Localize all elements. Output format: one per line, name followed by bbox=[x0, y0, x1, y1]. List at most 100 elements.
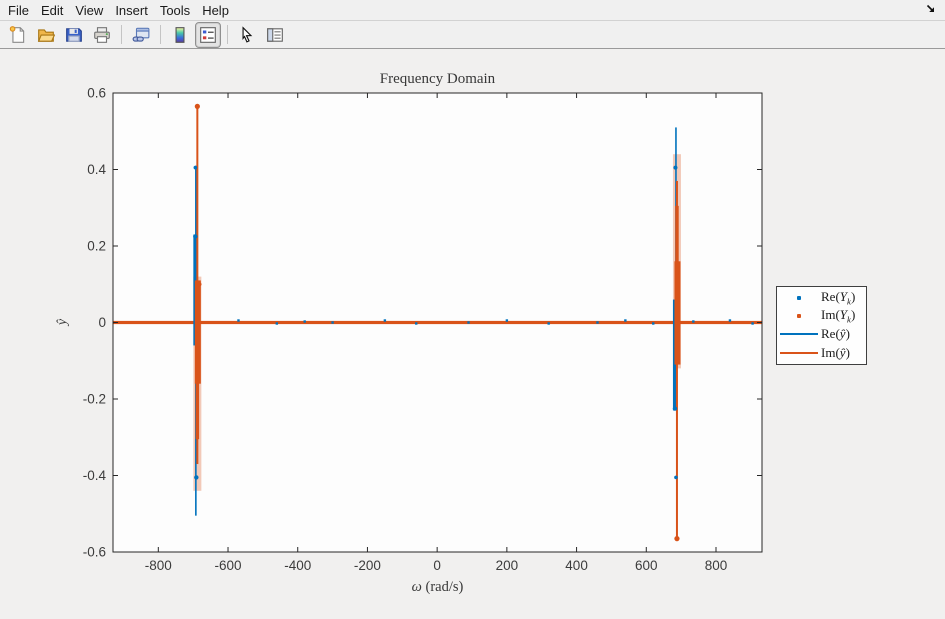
legend-entry: Im(ŷ) bbox=[777, 344, 866, 362]
legend-entry: Im(Yk) bbox=[777, 307, 866, 325]
x-tick-label: 800 bbox=[705, 558, 728, 573]
legend-line-key bbox=[777, 352, 821, 354]
data-marker bbox=[197, 282, 201, 286]
new-document-icon bbox=[9, 26, 27, 44]
legend-key-swatch bbox=[797, 296, 801, 300]
x-tick-label: 0 bbox=[433, 558, 441, 573]
data-marker bbox=[674, 476, 678, 480]
zero-marker bbox=[467, 321, 469, 323]
x-tick-label: -600 bbox=[215, 558, 242, 573]
y-tick-label: -0.4 bbox=[83, 468, 107, 483]
print-button[interactable] bbox=[89, 22, 115, 48]
legend-label-part: Y bbox=[840, 307, 847, 322]
x-tick-label: -200 bbox=[354, 558, 381, 573]
link-icon bbox=[132, 26, 150, 44]
toolbar-separator bbox=[160, 25, 161, 44]
legend-label-part: Y bbox=[840, 289, 847, 304]
zero-marker bbox=[331, 321, 333, 323]
spike-line bbox=[674, 261, 680, 364]
x-tick-label: 200 bbox=[496, 558, 519, 573]
menu-item-edit[interactable]: Edit bbox=[35, 1, 69, 20]
data-marker bbox=[194, 166, 198, 170]
panel-icon bbox=[266, 26, 284, 44]
menubar: FileEditViewInsertToolsHelp bbox=[0, 0, 945, 21]
new-figure-button[interactable] bbox=[5, 22, 31, 48]
x-tick-label: 600 bbox=[635, 558, 658, 573]
chart-title: Frequency Domain bbox=[113, 71, 762, 88]
menu-item-insert[interactable]: Insert bbox=[109, 1, 154, 20]
save-button[interactable] bbox=[61, 22, 87, 48]
zero-marker bbox=[729, 319, 731, 321]
link-button[interactable] bbox=[128, 22, 154, 48]
open-folder-icon bbox=[37, 26, 55, 44]
y-tick-label: 0.6 bbox=[87, 86, 106, 101]
insert-colorbar-button[interactable] bbox=[167, 22, 193, 48]
colorbar-icon bbox=[171, 26, 189, 44]
x-axis-label: ω (rad/s) bbox=[113, 579, 762, 596]
menu-item-file[interactable]: File bbox=[2, 1, 35, 20]
menu-item-tools[interactable]: Tools bbox=[154, 1, 196, 20]
data-marker bbox=[674, 536, 679, 541]
toolbar-separator bbox=[121, 25, 122, 44]
legend-marker-key bbox=[777, 296, 821, 300]
legend-label-part: ) bbox=[846, 345, 850, 360]
open-button[interactable] bbox=[33, 22, 59, 48]
zero-marker bbox=[384, 319, 386, 321]
data-marker bbox=[193, 234, 197, 238]
plot-canvas: -800-600-400-20002004006008000.60.40.20-… bbox=[0, 49, 945, 619]
plot-browser-button[interactable] bbox=[262, 22, 288, 48]
legend-entry: Re(ŷ) bbox=[777, 325, 866, 343]
zero-marker bbox=[415, 322, 417, 324]
data-marker bbox=[194, 475, 198, 479]
save-icon bbox=[65, 26, 83, 44]
legend-label: Re(ŷ) bbox=[821, 326, 850, 342]
undock-arrow-icon[interactable] bbox=[925, 3, 937, 15]
legend-label: Re(Yk) bbox=[821, 289, 855, 307]
zero-marker bbox=[304, 320, 306, 322]
data-marker bbox=[195, 104, 200, 109]
legend-label-part: Re( bbox=[821, 326, 840, 341]
omega-symbol: ω bbox=[412, 579, 422, 595]
legend-label-part: ) bbox=[846, 326, 850, 341]
zero-marker bbox=[276, 322, 278, 324]
y-tick-label: -0.6 bbox=[83, 545, 106, 560]
legend-label-part: Re( bbox=[821, 289, 840, 304]
figure-window: FileEditViewInsertToolsHelp -800 -600 -400… bbox=[0, 0, 945, 618]
y-tick-label: 0.4 bbox=[87, 162, 106, 177]
legend[interactable]: Re(Yk)Im(Yk)Re(ŷ) Im(ŷ) bbox=[776, 286, 867, 365]
x-tick-label: -800 bbox=[145, 558, 172, 573]
toolbar bbox=[0, 21, 945, 49]
x-tick-label: 400 bbox=[565, 558, 588, 573]
toolbar-separator bbox=[227, 25, 228, 44]
menu-item-view[interactable]: View bbox=[69, 1, 109, 20]
legend-label-part: ) bbox=[851, 307, 855, 322]
y-tick-label: -0.2 bbox=[83, 392, 106, 407]
data-marker bbox=[675, 271, 679, 275]
zero-marker bbox=[237, 319, 239, 321]
x-tick-label: -400 bbox=[284, 558, 311, 573]
menu-item-help[interactable]: Help bbox=[196, 1, 235, 20]
legend-label-part: ) bbox=[851, 289, 855, 304]
y-axis-label: ŷ bbox=[55, 319, 71, 325]
insert-legend-button[interactable] bbox=[195, 22, 221, 48]
y-tick-label: 0 bbox=[98, 315, 106, 330]
legend-label: Im(Yk) bbox=[821, 307, 855, 325]
zero-marker bbox=[547, 322, 549, 324]
legend-key-swatch bbox=[797, 314, 801, 318]
data-marker bbox=[673, 406, 677, 410]
data-marker bbox=[673, 166, 677, 170]
legend-entry: Re(Yk) bbox=[777, 289, 866, 307]
legend-key-swatch bbox=[780, 352, 818, 354]
print-icon bbox=[93, 26, 111, 44]
zero-marker bbox=[692, 320, 694, 322]
legend-marker-key bbox=[777, 314, 821, 318]
zero-marker bbox=[506, 319, 508, 321]
data-marker bbox=[195, 370, 199, 374]
series-im-yhat-baseline bbox=[114, 321, 762, 324]
select-button[interactable] bbox=[234, 22, 260, 48]
legend-icon bbox=[199, 26, 217, 44]
spike-line bbox=[195, 280, 201, 383]
legend-label: Im(ŷ) bbox=[821, 345, 850, 361]
zero-marker bbox=[624, 319, 626, 321]
pointer-icon bbox=[238, 26, 256, 44]
